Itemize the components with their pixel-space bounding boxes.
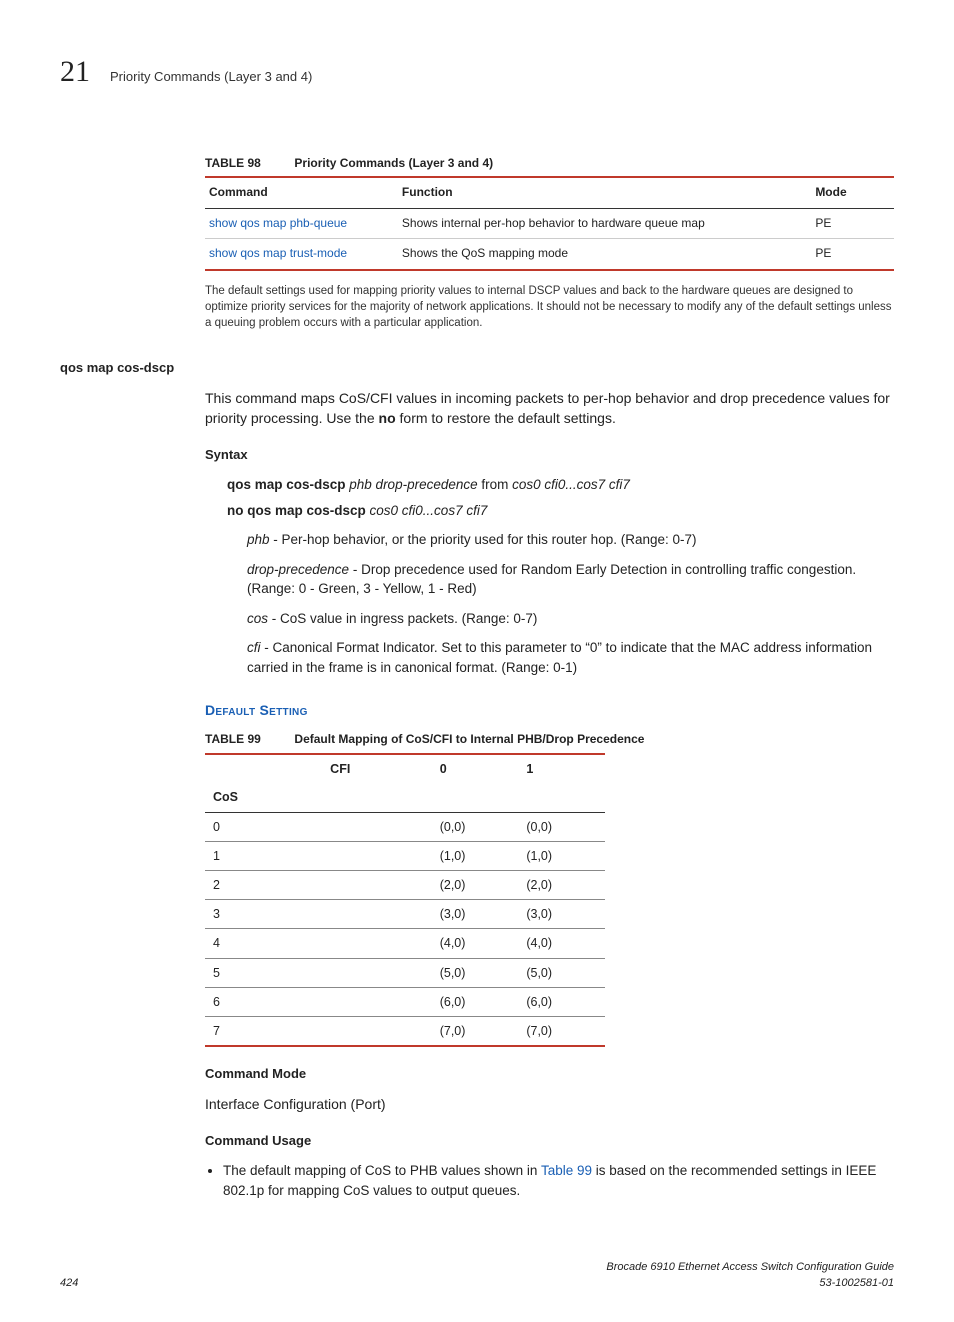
- table-row: 5(5,0)(5,0): [205, 958, 605, 987]
- table99-label: TABLE 99: [205, 732, 261, 746]
- table99-caption: TABLE 99 Default Mapping of CoS/CFI to I…: [205, 730, 894, 749]
- table-row: 1(1,0)(1,0): [205, 842, 605, 871]
- table-row: 3(3,0)(3,0): [205, 900, 605, 929]
- syntax-line-1: qos map cos-dscp phb drop-precedence fro…: [227, 475, 894, 495]
- table-row: 7(7,0)(7,0): [205, 1016, 605, 1046]
- content-area: TABLE 98 Priority Commands (Layer 3 and …: [205, 154, 894, 331]
- cmd-func: Shows the QoS mapping mode: [398, 239, 811, 270]
- command-mode-heading: Command Mode: [205, 1065, 894, 1084]
- page-number: 424: [60, 1276, 78, 1292]
- cmd-link[interactable]: show qos map trust-mode: [209, 246, 347, 260]
- table-row: 0(0,0)(0,0): [205, 812, 605, 841]
- table98-label: TABLE 98: [205, 156, 261, 170]
- page-header: 21 Priority Commands (Layer 3 and 4): [60, 50, 894, 94]
- doc-title: Brocade 6910 Ethernet Access Switch Conf…: [606, 1260, 894, 1276]
- command-usage-list: The default mapping of CoS to PHB values…: [205, 1161, 894, 1200]
- table-row: show qos map trust-mode Shows the QoS ma…: [205, 239, 894, 270]
- cmd-mode: PE: [811, 239, 894, 270]
- table-row: 4(4,0)(4,0): [205, 929, 605, 958]
- usage-bullet: The default mapping of CoS to PHB values…: [223, 1161, 894, 1200]
- doc-id: 53-1002581-01: [606, 1276, 894, 1292]
- th-mode: Mode: [811, 177, 894, 208]
- table-row: show qos map phb-queue Shows internal pe…: [205, 208, 894, 238]
- table99-title: Default Mapping of CoS/CFI to Internal P…: [294, 732, 644, 746]
- hdr-c1: 1: [518, 754, 605, 783]
- table98-title: Priority Commands (Layer 3 and 4): [294, 156, 493, 170]
- param-cos: cos - CoS value in ingress packets. (Ran…: [247, 609, 894, 629]
- table-row: 6(6,0)(6,0): [205, 987, 605, 1016]
- hdr-cos: CoS: [205, 783, 290, 813]
- chapter-number: 21: [60, 50, 90, 94]
- table98: Command Function Mode show qos map phb-q…: [205, 176, 894, 270]
- param-phb: phb - Per-hop behavior, or the priority …: [247, 530, 894, 550]
- th-function: Function: [398, 177, 811, 208]
- syntax-line-2: no qos map cos-dscp cos0 cfi0...cos7 cfi…: [227, 501, 894, 521]
- table98-caption: TABLE 98 Priority Commands (Layer 3 and …: [205, 154, 894, 173]
- cmd-func: Shows internal per-hop behavior to hardw…: [398, 208, 811, 238]
- hdr-c0: 0: [432, 754, 519, 783]
- param-cfi: cfi - Canonical Format Indicator. Set to…: [247, 638, 894, 677]
- cmd-link[interactable]: show qos map phb-queue: [209, 216, 347, 230]
- page-footer: 424 Brocade 6910 Ethernet Access Switch …: [60, 1260, 894, 1292]
- th-command: Command: [205, 177, 398, 208]
- command-usage-heading: Command Usage: [205, 1132, 894, 1151]
- chapter-title: Priority Commands (Layer 3 and 4): [110, 68, 312, 87]
- syntax-heading: Syntax: [205, 446, 894, 465]
- table-row: 2(2,0)(2,0): [205, 871, 605, 900]
- default-setting-heading: Default Setting: [205, 700, 894, 720]
- table99: CFI 0 1 CoS 0(0,0)(0,0)1(1,0)(1,0)2(2,0)…: [205, 753, 605, 1047]
- table99-link[interactable]: Table 99: [541, 1163, 592, 1178]
- default-note: The default settings used for mapping pr…: [205, 283, 894, 331]
- hdr-cfi: CFI: [290, 754, 432, 783]
- cmd-mode: PE: [811, 208, 894, 238]
- section-heading-qos-map-cos-dscp: qos map cos-dscp: [60, 359, 894, 378]
- command-mode-text: Interface Configuration (Port): [205, 1094, 894, 1114]
- param-drop-precedence: drop-precedence - Drop precedence used f…: [247, 560, 894, 599]
- section-description: This command maps CoS/CFI values in inco…: [205, 388, 894, 429]
